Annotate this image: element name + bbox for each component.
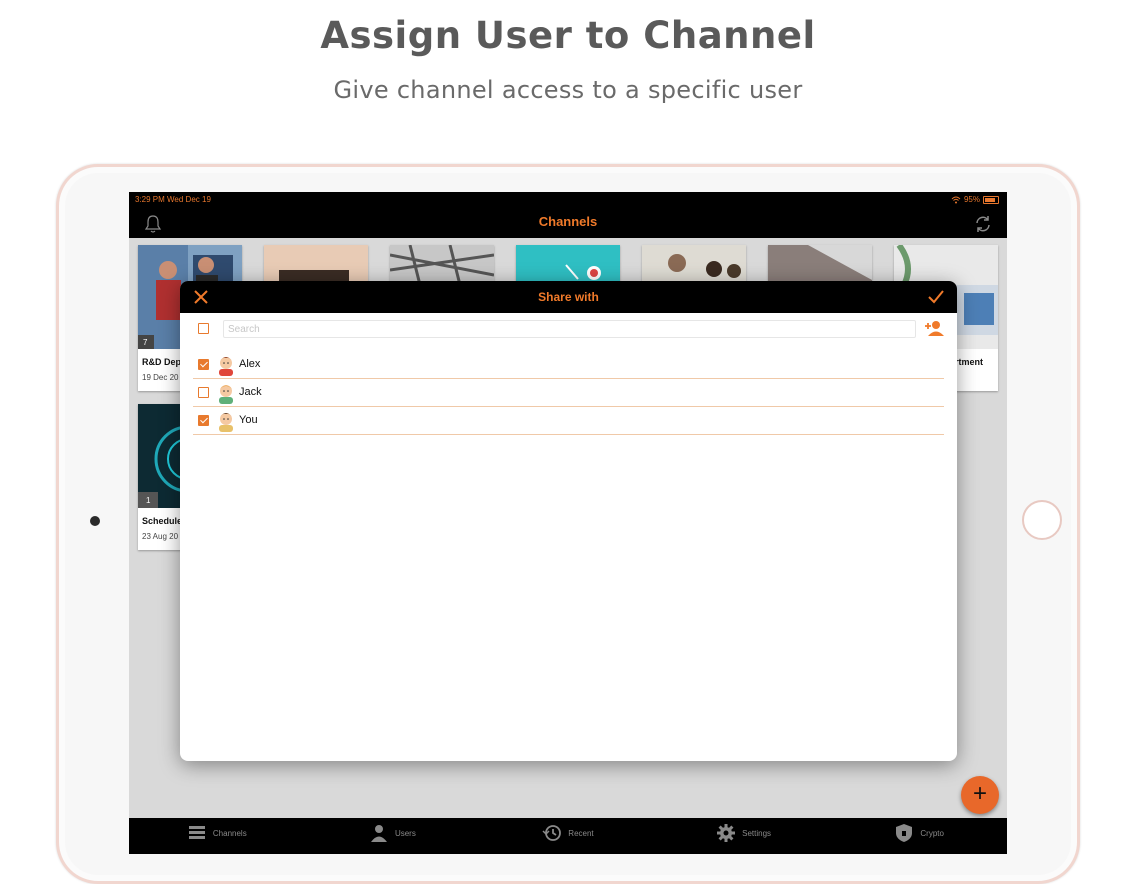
- status-battery: 95%: [951, 192, 999, 208]
- user-name: Alex: [239, 358, 261, 370]
- share-dialog-header: Share with: [180, 281, 957, 313]
- add-channel-button[interactable]: +: [961, 776, 999, 814]
- channel-title: Schedule: [142, 516, 183, 526]
- channel-thumbnail: [264, 245, 368, 285]
- tab-label: Recent: [568, 828, 594, 838]
- channels-icon: [188, 826, 205, 839]
- battery-icon: [983, 196, 999, 204]
- channel-card[interactable]: [642, 245, 746, 285]
- user-checkbox[interactable]: [198, 359, 209, 370]
- channel-card[interactable]: [516, 245, 620, 285]
- user-icon: [370, 825, 387, 842]
- avatar: [219, 357, 233, 376]
- user-checkbox[interactable]: [198, 415, 209, 426]
- channel-date: 19 Dec 20: [142, 373, 179, 382]
- channel-thumbnail: [516, 245, 620, 285]
- avatar: [219, 413, 233, 432]
- home-button[interactable]: [1022, 500, 1062, 540]
- share-dialog-title: Share with: [538, 290, 599, 304]
- tab-label: Channels: [212, 828, 247, 838]
- tab-settings[interactable]: Settings: [656, 818, 832, 848]
- user-row[interactable]: Alex: [193, 350, 944, 379]
- wifi-icon: [951, 196, 961, 204]
- tab-label: Crypto: [920, 828, 944, 838]
- channel-thumbnail: [642, 245, 746, 285]
- refresh-icon[interactable]: [973, 214, 993, 234]
- nav-title: Channels: [538, 214, 598, 229]
- card-badge: 1: [146, 496, 151, 505]
- add-user-icon[interactable]: [924, 319, 944, 337]
- tab-label: Users: [394, 828, 416, 838]
- tab-channels[interactable]: Channels: [129, 818, 305, 848]
- select-all-checkbox[interactable]: [198, 323, 209, 334]
- user-checkbox[interactable]: [198, 387, 209, 398]
- card-badge: 7: [143, 338, 148, 347]
- tab-label: Settings: [742, 828, 772, 838]
- channel-card[interactable]: [390, 245, 494, 285]
- channel-thumbnail: [390, 245, 494, 285]
- share-dialog: Share with Alex: [180, 281, 957, 761]
- camera: [90, 516, 100, 526]
- tab-bar: Channels Users Recent Settings Crypto: [129, 818, 1007, 854]
- status-time: 3:29 PM Wed Dec 19: [135, 195, 211, 204]
- tab-users[interactable]: Users: [305, 818, 481, 848]
- tab-crypto[interactable]: Crypto: [831, 818, 1007, 848]
- avatar: [219, 385, 233, 404]
- promo-subtitle: Give channel access to a specific user: [333, 76, 803, 104]
- tab-recent[interactable]: Recent: [480, 818, 656, 848]
- channel-card[interactable]: [264, 245, 368, 285]
- channel-date: 23 Aug 20: [142, 532, 179, 541]
- history-icon: [542, 825, 562, 841]
- user-row[interactable]: You: [193, 406, 944, 435]
- user-name: Jack: [239, 386, 262, 398]
- battery-percent: 95%: [963, 195, 980, 204]
- shield-icon: [896, 824, 913, 842]
- app-screen: 3:29 PM Wed Dec 19 95% Channels 7 R&D De…: [129, 192, 1007, 854]
- channel-card[interactable]: [768, 245, 872, 285]
- user-row[interactable]: Jack: [193, 378, 944, 407]
- search-input[interactable]: [223, 320, 916, 338]
- user-name: You: [239, 414, 258, 426]
- channel-thumbnail: [768, 245, 872, 285]
- channel-title: R&D Dep: [142, 357, 182, 367]
- promo-title: Assign User to Channel: [320, 14, 816, 57]
- gear-icon: [717, 824, 736, 842]
- nav-bar: Channels: [129, 208, 1007, 238]
- status-bar: 3:29 PM Wed Dec 19 95%: [129, 192, 1007, 208]
- checkmark-icon[interactable]: [927, 288, 945, 306]
